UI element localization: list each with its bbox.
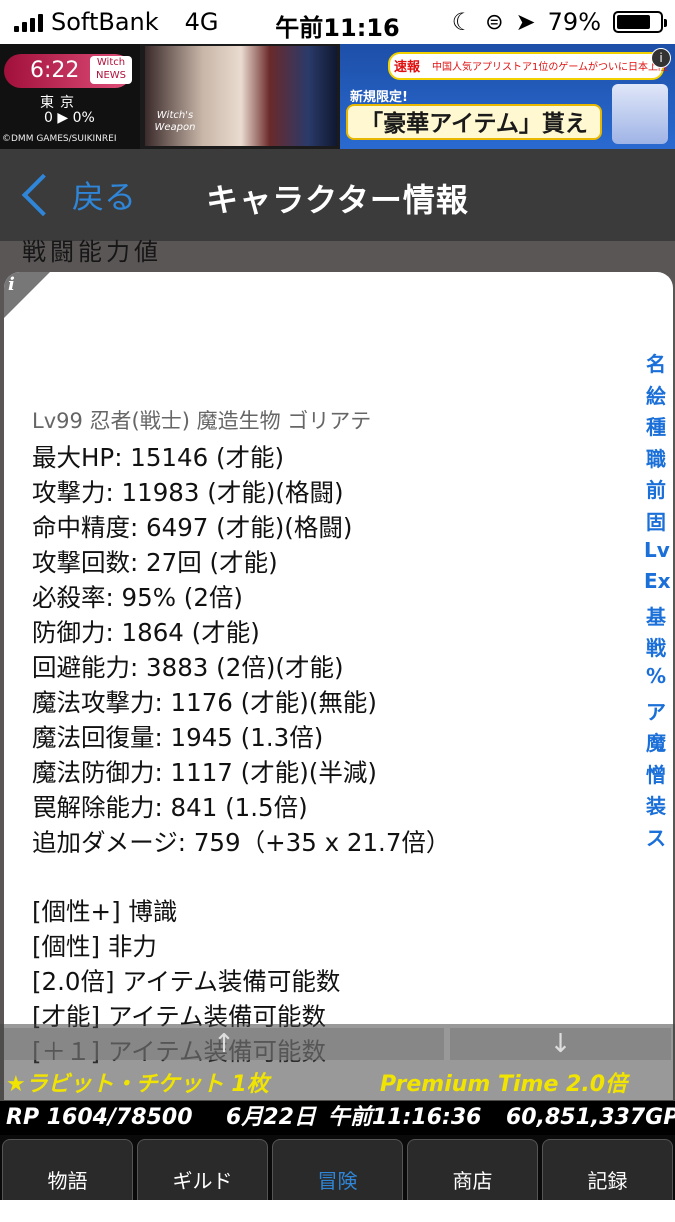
index-link[interactable]: 固	[644, 506, 668, 538]
index-link[interactable]: Lv	[644, 538, 670, 570]
index-link[interactable]: 職	[644, 443, 668, 475]
index-link[interactable]: 憎	[644, 759, 668, 791]
premium-time-label: Premium Time 2.0倍	[380, 1072, 627, 1097]
stat-line: 魔法防御力: 1117 (才能)(半減)	[32, 758, 377, 787]
rp-counter: RP 1604/78500	[6, 1105, 193, 1130]
ad-clock-time: 6:22	[30, 58, 80, 83]
stat-line: 攻撃回数: 27回 (才能)	[32, 548, 278, 577]
index-link[interactable]: ア	[644, 696, 668, 728]
player-status-line: RP 1604/78500 6月22日 午前11:16:36 60,851,33…	[0, 1101, 675, 1135]
index-link[interactable]: 絵	[644, 380, 668, 412]
moon-icon: ☾	[451, 8, 474, 36]
stat-line: 回避能力: 3883 (2倍)(才能)	[32, 653, 344, 682]
tab-shop[interactable]: 商店	[407, 1139, 538, 1200]
battery-icon	[613, 11, 667, 33]
tab-story[interactable]: 物語	[2, 1139, 133, 1200]
ad-game-logo: Witch's Weapon	[154, 110, 196, 133]
section-title-peek: 戦闘能力値	[22, 238, 162, 266]
index-link[interactable]: Ex	[644, 569, 671, 601]
gold-counter: 60,851,337GP	[506, 1105, 675, 1130]
character-summary: Lv99 忍者(戦士) 魔造生物 ゴリアテ	[32, 409, 372, 433]
stat-line: 追加ダメージ: 759（+35 x 21.7倍）	[32, 828, 451, 857]
stat-line: 攻撃力: 11983 (才能)(格闘)	[32, 478, 344, 507]
stat-line: 魔法回復量: 1945 (1.3倍)	[32, 723, 324, 752]
ad-left-panel: 6:22 Witch NEWS 東京 0 ▶ 0% ©DMM GAMES/SUI…	[0, 44, 140, 149]
index-link[interactable]: 名	[644, 348, 668, 380]
index-link[interactable]: 基	[644, 601, 668, 633]
ad-character-image	[612, 84, 668, 144]
ad-brand-logo: Witch NEWS	[90, 56, 132, 84]
location-icon: ➤	[515, 8, 536, 36]
ad-promo-caption: 新規限定!	[350, 90, 408, 105]
stat-line: 防御力: 1864 (才能)	[32, 618, 260, 647]
tab-records[interactable]: 記録	[542, 1139, 673, 1200]
index-link[interactable]: 装	[644, 790, 668, 822]
ad-info-icon[interactable]: i	[651, 48, 671, 68]
scroll-up-button[interactable]: ↑	[4, 1028, 444, 1060]
stat-line: 罠解除能力: 841 (1.5倍)	[32, 793, 308, 822]
status-bar: SoftBank 4G 午前11:16 ☾ ⊜ ➤ 79%	[0, 0, 675, 44]
tab-guild[interactable]: ギルド	[137, 1139, 268, 1200]
trait-line: [2.0倍] アイテム装備可能数	[32, 967, 341, 996]
ad-news-tag: 速報	[394, 60, 421, 75]
stat-line: 必殺率: 95% (2倍)	[32, 583, 243, 612]
trait-line: [個性] 非力	[32, 932, 157, 961]
stats-list: 最大HP: 15146 (才能) 攻撃力: 11983 (才能)(格闘) 命中精度:…	[32, 440, 632, 860]
game-date: 6月22日	[226, 1105, 316, 1130]
ad-city: 東京	[40, 95, 80, 111]
tab-adventure[interactable]: 冒険	[272, 1139, 403, 1200]
index-link[interactable]: 戦	[644, 632, 668, 664]
rabbit-ticket-label: ★ラビット・チケット 1枚	[6, 1072, 269, 1097]
ad-score: 0 ▶ 0%	[44, 110, 95, 126]
character-details: Lv99 忍者(戦士) 魔造生物 ゴリアテ 最大HP: 15146 (才能) 攻撃…	[32, 402, 632, 1069]
trait-line: [個性+] 博識	[32, 897, 178, 926]
navigation-bar: 戻る キャラクター情報	[0, 149, 675, 241]
index-link[interactable]: 前	[644, 474, 668, 506]
character-info-card[interactable]: i 名絵種職前固 Lv Ex 基戦% ア魔憎装ス Lv99 忍者(戦士) 魔造生物 ゴリ…	[4, 272, 673, 1100]
ad-banner[interactable]: 6:22 Witch NEWS 東京 0 ▶ 0% ©DMM GAMES/SUI…	[0, 44, 675, 149]
index-link[interactable]: 種	[644, 411, 668, 443]
ad-artwork: Witch's Weapon	[145, 46, 337, 146]
ad-promo-headline: 「豪華アイテム」貰える!	[346, 104, 602, 149]
ad-clock: 6:22 Witch NEWS	[4, 54, 132, 88]
stat-line: 最大HP: 15146 (才能)	[32, 443, 285, 472]
tab-bar: 物語 ギルド 冒険 商店 記録	[0, 1135, 675, 1200]
info-icon[interactable]: i	[8, 274, 15, 295]
page-title: キャラクター情報	[206, 181, 469, 219]
index-link[interactable]: 魔	[644, 727, 668, 759]
game-time: 午前11:16:36	[328, 1105, 482, 1130]
ad-news-text: 中国人気アプリストア1位のゲームがついに日本上陸	[432, 62, 669, 73]
ad-news-ticker: 速報 中国人気アプリストア1位のゲームがついに日本上陸	[388, 52, 668, 80]
ad-copyright: ©DMM GAMES/SUIKINREI	[2, 134, 117, 144]
index-link[interactable]: %	[644, 664, 668, 696]
stat-line: 魔法攻撃力: 1176 (才能)(無能)	[32, 688, 377, 717]
index-link[interactable]: ス	[644, 822, 668, 854]
ad-right-panel: 速報 中国人気アプリストア1位のゲームがついに日本上陸 新規限定! 「豪華アイテ…	[340, 44, 675, 149]
section-index: 名絵種職前固 Lv Ex 基戦% ア魔憎装ス	[644, 348, 671, 854]
stat-line: 命中精度: 6497 (才能)(格闘)	[32, 513, 353, 542]
battery-percent: 79%	[547, 8, 601, 36]
scroll-down-button[interactable]: ↓	[450, 1028, 671, 1060]
rotation-lock-icon: ⊜	[485, 9, 504, 35]
battery-fill	[617, 15, 651, 29]
